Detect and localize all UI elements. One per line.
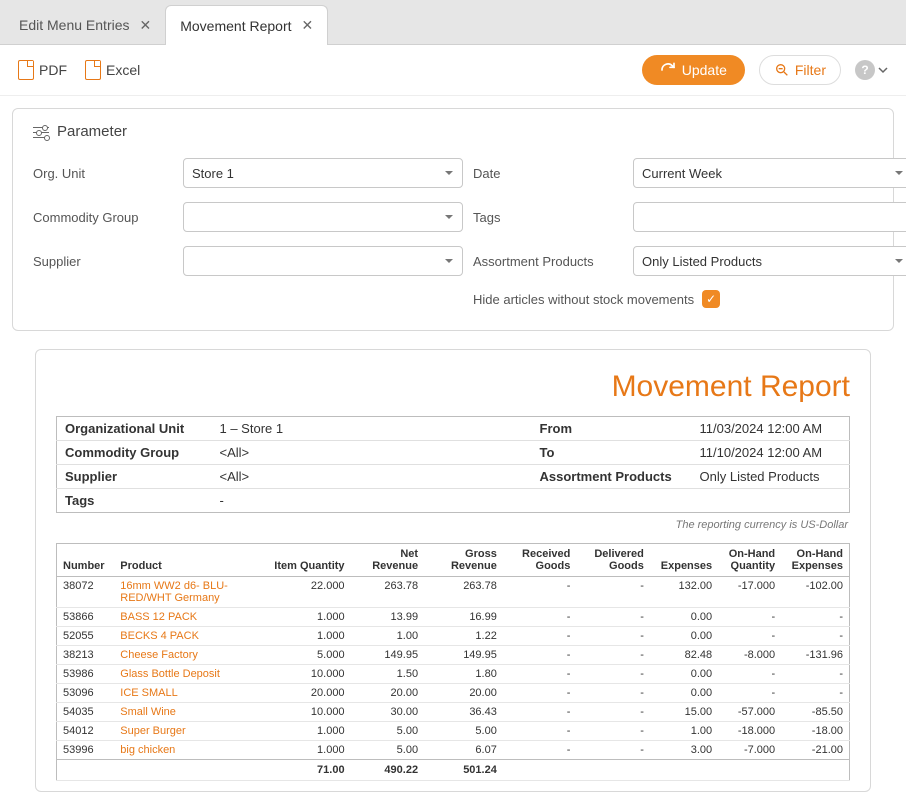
help-menu[interactable]: ? xyxy=(855,60,888,80)
product-link[interactable]: big chicken xyxy=(120,744,175,756)
product-link[interactable]: Glass Bottle Deposit xyxy=(120,668,220,680)
product-link[interactable]: BASS 12 PACK xyxy=(120,611,197,623)
date-label: Date xyxy=(473,166,623,181)
export-pdf-button[interactable]: PDF xyxy=(18,60,67,80)
excel-icon xyxy=(85,60,101,80)
assortment-select[interactable]: Only Listed Products xyxy=(633,246,906,276)
export-excel-button[interactable]: Excel xyxy=(85,60,140,80)
tags-label: Tags xyxy=(473,210,623,225)
assortment-label: Assortment Products xyxy=(473,254,623,269)
parameter-panel: Parameter Org. Unit Store 1 Date Current… xyxy=(12,108,894,331)
commodity-label: Commodity Group xyxy=(33,210,173,225)
chevron-down-icon xyxy=(878,65,888,75)
table-row: 3807216mm WW2 d6- BLU-RED/WHT Germany22.… xyxy=(57,577,850,608)
tab-edit-menu-entries[interactable]: Edit Menu Entries ✕ xyxy=(5,5,165,45)
report-title: Movement Report xyxy=(56,370,850,404)
table-row: 53866BASS 12 PACK1.00013.9916.99--0.00-- xyxy=(57,608,850,627)
table-row: 54012Super Burger1.0005.005.00--1.00-18.… xyxy=(57,722,850,741)
currency-note: The reporting currency is US-Dollar xyxy=(58,519,848,531)
tags-input[interactable] xyxy=(633,202,906,232)
orgunit-label: Org. Unit xyxy=(33,166,173,181)
hide-articles-checkbox[interactable]: ✓ xyxy=(702,290,720,308)
tab-label: Movement Report xyxy=(180,18,291,34)
product-link[interactable]: BECKS 4 PACK xyxy=(120,630,199,642)
table-row: 54035Small Wine10.00030.0036.43--15.00-5… xyxy=(57,703,850,722)
product-link[interactable]: Super Burger xyxy=(120,725,185,737)
filter-button[interactable]: Filter xyxy=(759,55,841,85)
table-row: 53096ICE SMALL20.00020.0020.00--0.00-- xyxy=(57,684,850,703)
hide-articles-label: Hide articles without stock movements xyxy=(473,292,694,307)
close-icon[interactable]: ✕ xyxy=(140,17,152,34)
close-icon[interactable]: ✕ xyxy=(302,17,314,34)
table-row: 53996big chicken1.0005.006.07--3.00-7.00… xyxy=(57,741,850,760)
report-meta-table: Organizational Unit 1 – Store 1 From 11/… xyxy=(56,416,850,513)
product-link[interactable]: ICE SMALL xyxy=(120,687,177,699)
product-link[interactable]: 16mm WW2 d6- BLU-RED/WHT Germany xyxy=(120,580,228,604)
date-select[interactable]: Current Week xyxy=(633,158,906,188)
report-data-table: Number Product Item Quantity Net Revenue… xyxy=(56,543,850,781)
toolbar: PDF Excel Update Filter ? xyxy=(0,45,906,96)
report-card: Movement Report Organizational Unit 1 – … xyxy=(35,349,871,792)
panel-header: Parameter xyxy=(33,123,873,140)
table-row: 52055BECKS 4 PACK1.0001.001.22--0.00-- xyxy=(57,627,850,646)
refresh-icon xyxy=(660,62,676,78)
commodity-select[interactable] xyxy=(183,202,463,232)
magnifier-icon xyxy=(774,62,790,78)
product-link[interactable]: Small Wine xyxy=(120,706,176,718)
help-icon: ? xyxy=(855,60,875,80)
tab-label: Edit Menu Entries xyxy=(19,17,130,33)
product-link[interactable]: Cheese Factory xyxy=(120,649,198,661)
orgunit-select[interactable]: Store 1 xyxy=(183,158,463,188)
pdf-icon xyxy=(18,60,34,80)
table-row: 53986Glass Bottle Deposit10.0001.501.80-… xyxy=(57,665,850,684)
supplier-label: Supplier xyxy=(33,254,173,269)
tab-movement-report[interactable]: Movement Report ✕ xyxy=(165,5,328,45)
update-button[interactable]: Update xyxy=(642,55,745,85)
sliders-icon xyxy=(33,125,49,139)
supplier-select[interactable] xyxy=(183,246,463,276)
table-row: 38213Cheese Factory5.000149.95149.95--82… xyxy=(57,646,850,665)
tabs-bar: Edit Menu Entries ✕ Movement Report ✕ xyxy=(0,0,906,45)
